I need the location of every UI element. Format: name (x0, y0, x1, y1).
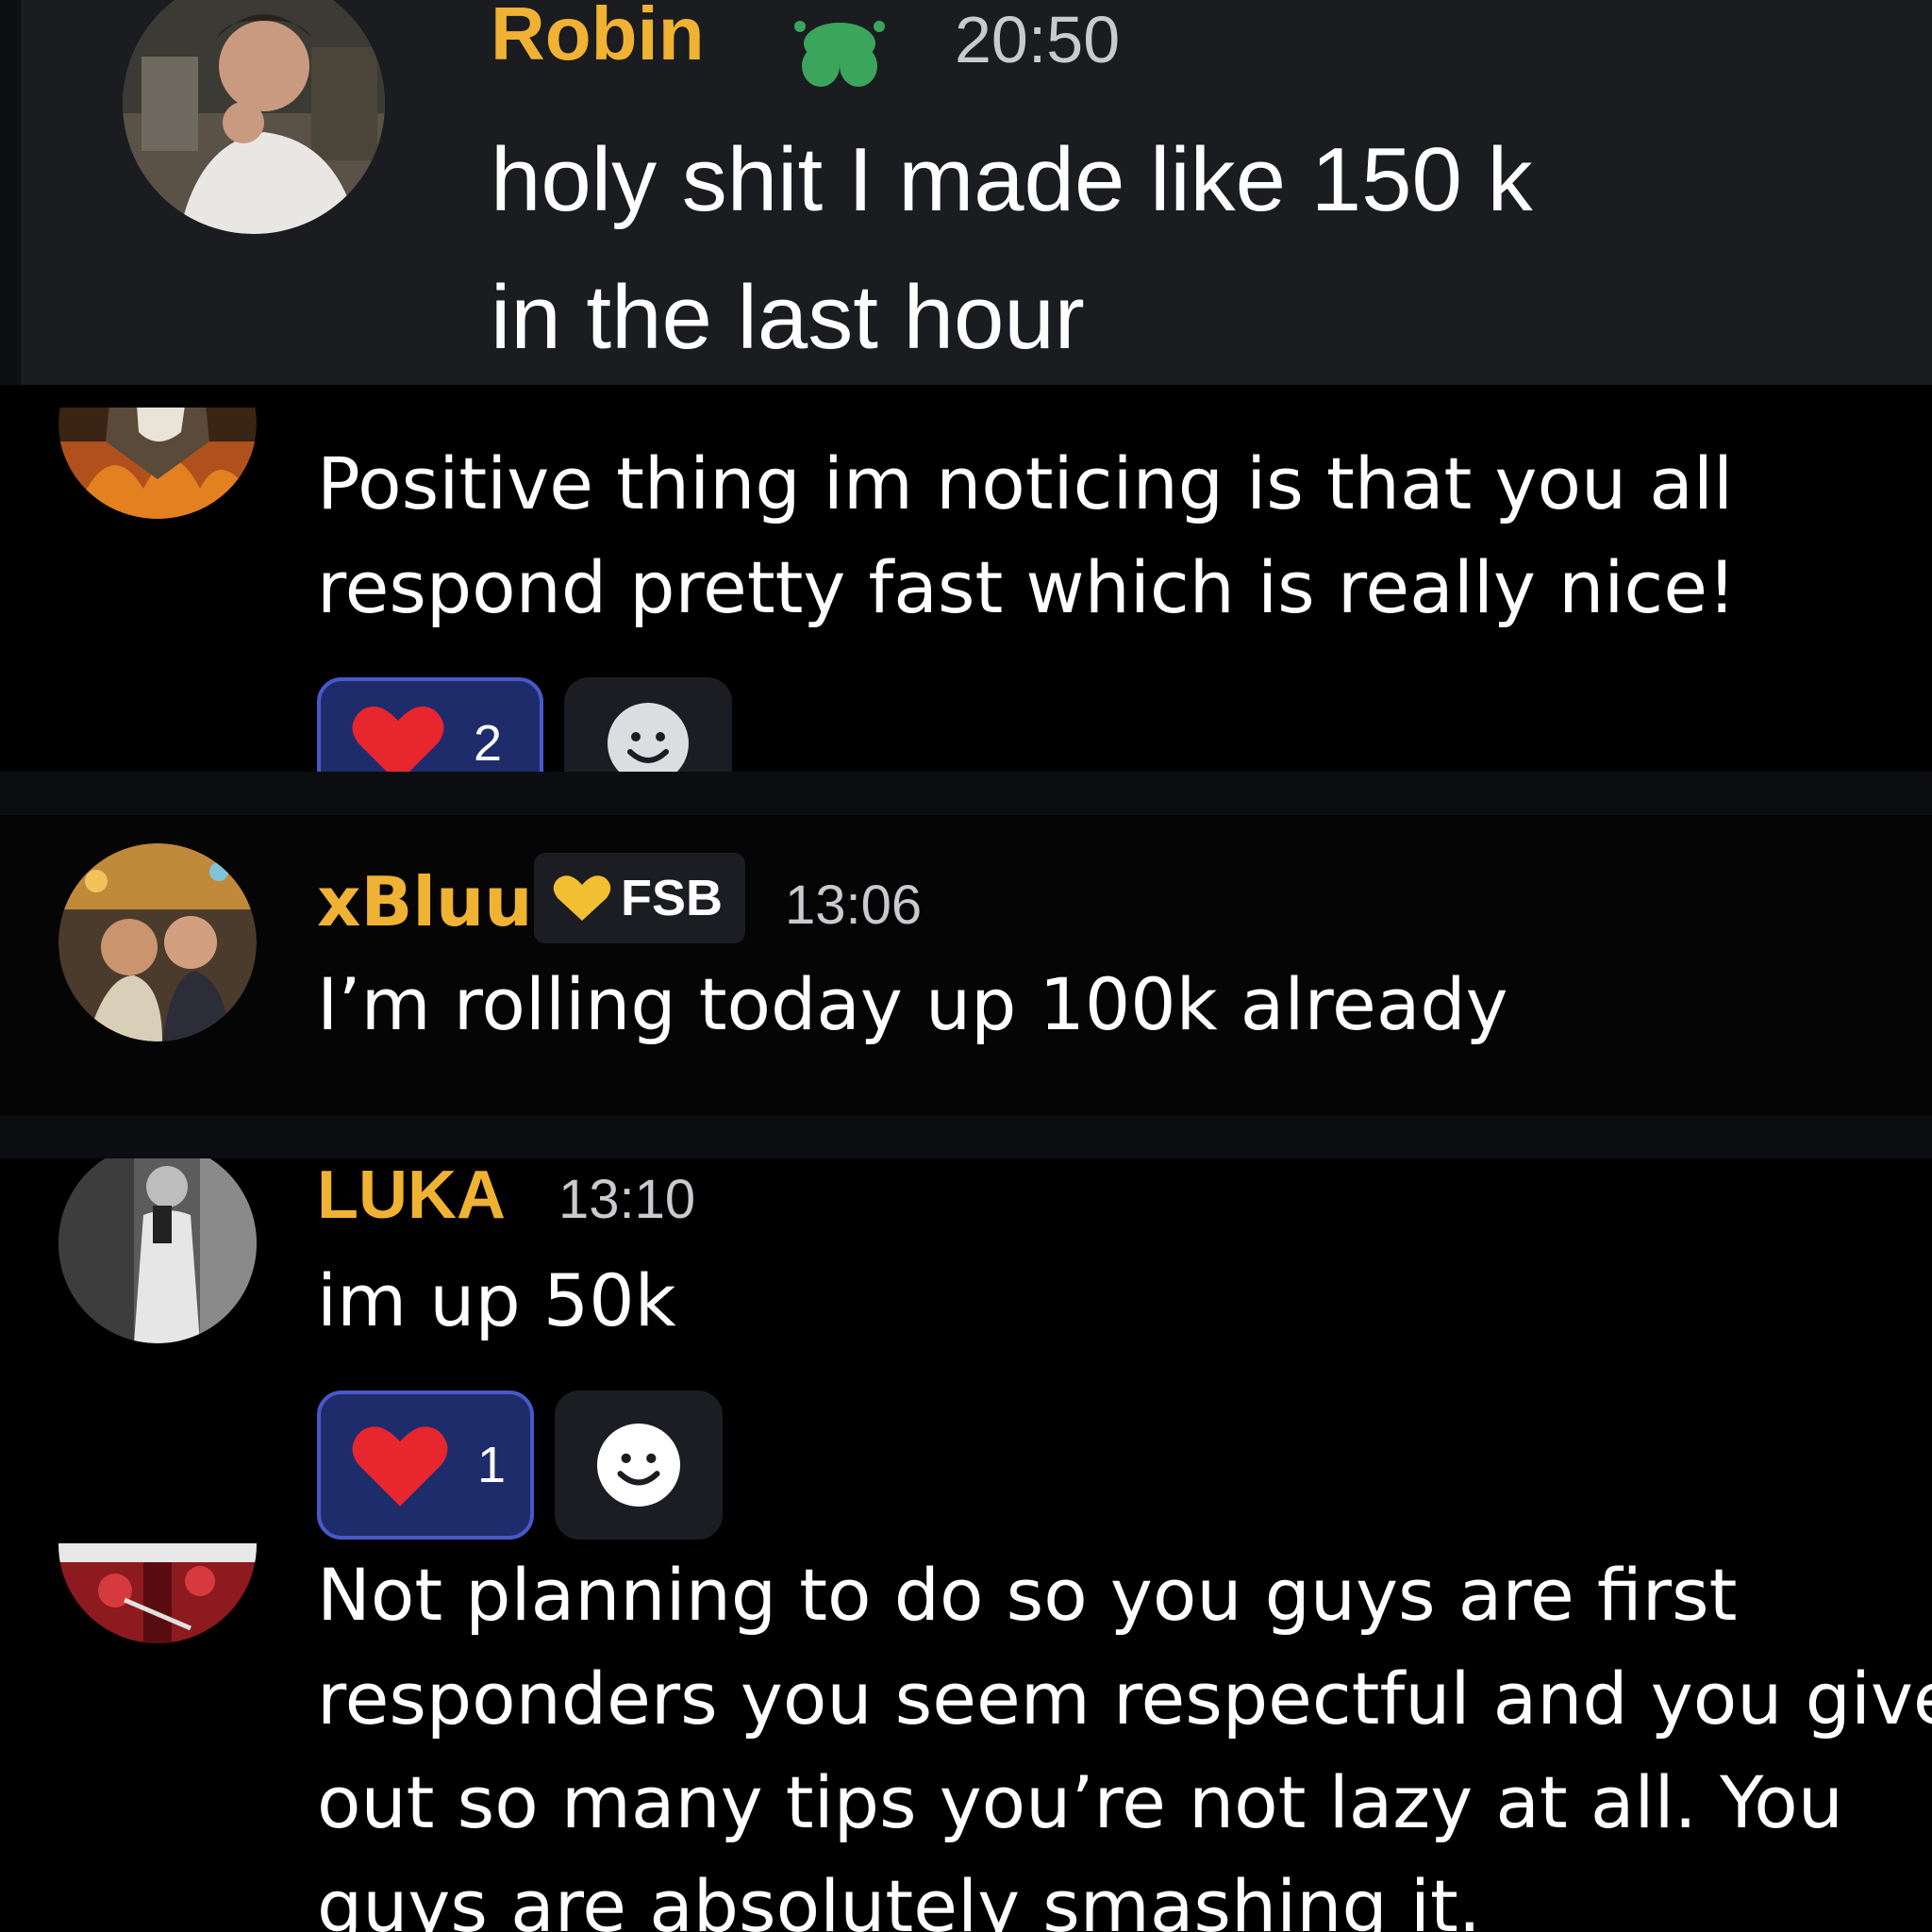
message-line: holy shit I made like 150 k (491, 129, 1533, 230)
heart-emoji-icon (352, 1426, 448, 1507)
section-divider (0, 1115, 1932, 1158)
username-xbluu[interactable]: xBluu (317, 862, 533, 941)
avatar-luka-photo (58, 1158, 257, 1343)
avatar-xbluu[interactable] (58, 843, 257, 1041)
avatar-robin[interactable] (123, 0, 385, 234)
timestamp-luka: 13:10 (558, 1169, 696, 1230)
message-text-luka: im up 50k (317, 1258, 676, 1342)
avatar-luka[interactable] (58, 1158, 257, 1343)
section-divider (0, 772, 1932, 815)
message-line: responders you seem respectful and you g… (317, 1657, 1932, 1740)
avatar-last[interactable] (58, 1543, 257, 1643)
heart-tag-icon (553, 875, 611, 921)
message-text-xbluu: I’m rolling today up 100k already (317, 962, 1508, 1046)
timestamp-xbluu: 13:06 (785, 874, 923, 936)
add-reaction-button[interactable] (564, 677, 732, 772)
avatar-robin-photo (123, 0, 385, 234)
reaction-count: 1 (477, 1437, 507, 1493)
pinned-message: Robin 20:50 holy shit I made like 150 k … (0, 0, 1932, 385)
avatar-last-photo (58, 1543, 257, 1643)
message-line: in the last hour (491, 267, 1085, 368)
message-line: out so many tips you’re not lazy at all.… (317, 1760, 1843, 1844)
message-group-first: Flinterteel 00:48 Positive thing im noti… (0, 385, 1932, 772)
server-tag-fsb[interactable]: FSB (534, 853, 745, 943)
smiley-add-reaction-icon (597, 1424, 680, 1507)
left-edge (0, 0, 21, 385)
message-group-luka: LUKA 13:10 im up 50k 1 (0, 1158, 1932, 1543)
server-tag-label: FSB (621, 870, 723, 926)
message-line: guys are absolutely smashing it. (317, 1864, 1481, 1932)
timestamp-robin: 20:50 (955, 3, 1121, 76)
message-group-xbluu: xBluu FSB 13:06 I’m rolling today up 100… (0, 815, 1932, 1115)
message-line: Positive thing im noticing is that you a… (317, 441, 1734, 525)
reaction-heart[interactable]: 2 (317, 677, 543, 772)
message-line: Not planning to do so you guys are first (317, 1553, 1738, 1637)
message-group-last: Not planning to do so you guys are first… (0, 1543, 1932, 1932)
username-luka[interactable]: LUKA (317, 1158, 506, 1234)
add-reaction-button[interactable] (555, 1391, 723, 1540)
avatar-xbluu-photo (58, 843, 257, 1041)
username-robin[interactable]: Robin (491, 0, 705, 77)
smiley-add-reaction-icon (608, 703, 689, 772)
reaction-count: 2 (474, 715, 503, 772)
reaction-heart[interactable]: 1 (317, 1391, 534, 1540)
green-sprout-badge-icon (794, 21, 885, 87)
message-line: respond pretty fast which is really nice… (317, 545, 1737, 629)
heart-emoji-icon (352, 706, 444, 772)
